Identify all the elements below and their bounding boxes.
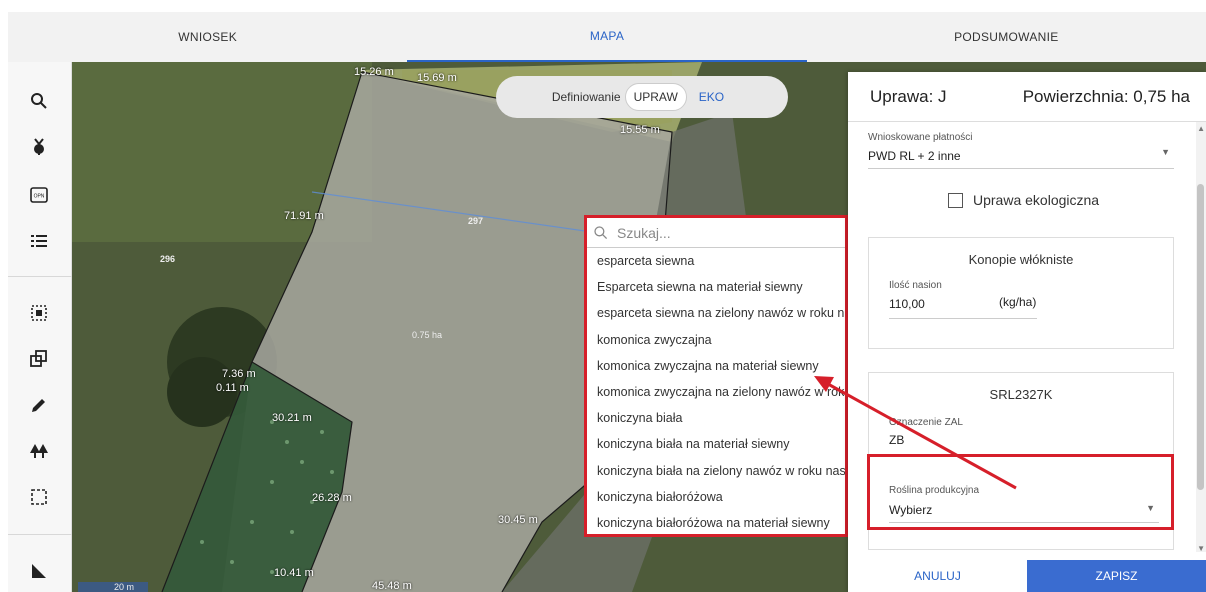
annotation-arrow: [814, 376, 1017, 490]
